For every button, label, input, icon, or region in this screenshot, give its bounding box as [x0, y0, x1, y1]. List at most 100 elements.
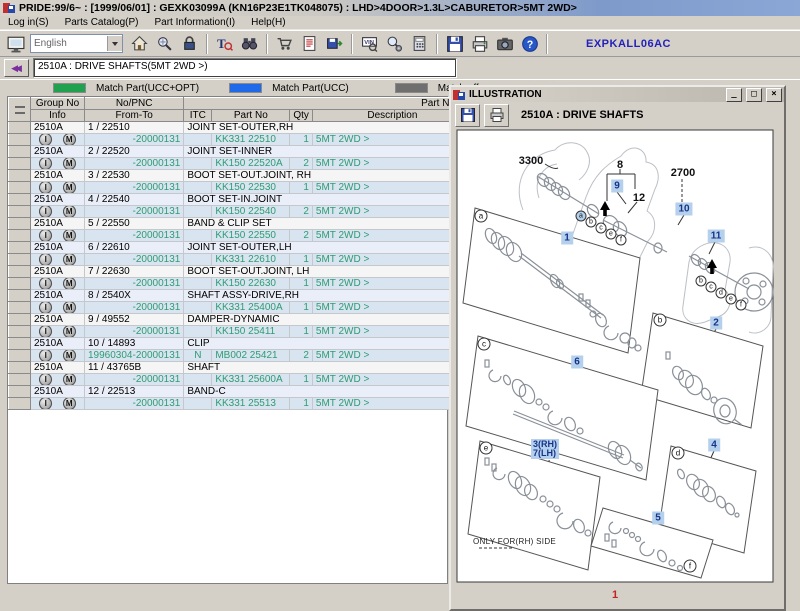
part-name-row[interactable]: 2510A7 / 22630BOOT SET-OUT.JOINT, LH: [9, 266, 473, 278]
from-to-cell[interactable]: -20000131: [85, 206, 184, 218]
part-detail-row[interactable]: IM-20000131KK150 22520A25MT 2WD >: [9, 158, 473, 170]
part-name-row[interactable]: 2510A4 / 22540BOOT SET-IN.JOINT: [9, 194, 473, 206]
col-header-group-no[interactable]: Group No: [31, 98, 85, 110]
part-detail-row[interactable]: IM-20000131KK150 2253015MT 2WD >: [9, 182, 473, 194]
part-name-cell[interactable]: BAND & CLIP SET: [184, 218, 473, 230]
group-no-cell[interactable]: 2510A: [31, 290, 85, 302]
row-selector-cell[interactable]: [9, 338, 31, 350]
row-selector-cell[interactable]: [9, 122, 31, 134]
part-no-cell[interactable]: KK150 22530: [212, 182, 290, 194]
part-no-cell[interactable]: KK331 25400A: [212, 302, 290, 314]
itc-cell[interactable]: [184, 398, 212, 410]
part-name-row[interactable]: 2510A1 / 22510JOINT SET-OUTER,RH: [9, 122, 473, 134]
part-name-row[interactable]: 2510A12 / 22513BAND-C: [9, 386, 473, 398]
part-no-cell[interactable]: KK150 22520A: [212, 158, 290, 170]
part-name-cell[interactable]: JOINT SET-OUTER,LH: [184, 242, 473, 254]
text-search-icon[interactable]: T: [212, 33, 237, 55]
part-no-cell[interactable]: KK331 22510: [212, 134, 290, 146]
part-name-cell[interactable]: BOOT SET-OUT.JOINT, LH: [184, 266, 473, 278]
info-button[interactable]: I: [39, 350, 52, 362]
part-name-cell[interactable]: SHAFT: [184, 362, 473, 374]
illustration-title-bar[interactable]: ILLUSTRATION _ □ ×: [451, 87, 784, 102]
row-selector-cell[interactable]: [9, 326, 31, 338]
maximize-button[interactable]: □: [746, 88, 762, 102]
part-name-cell[interactable]: BOOT SET-OUT.JOINT, RH: [184, 170, 473, 182]
part-detail-row[interactable]: IM-20000131KK331 2261015MT 2WD >: [9, 254, 473, 266]
menu-item[interactable]: Parts Catalog(P): [65, 17, 139, 28]
callout-hotspot-1[interactable]: 1: [561, 232, 573, 245]
part-name-row[interactable]: 2510A2 / 22520JOINT SET-INNER: [9, 146, 473, 158]
group-no-cell[interactable]: 2510A: [31, 194, 85, 206]
from-to-cell[interactable]: -20000131: [85, 158, 184, 170]
info-button[interactable]: I: [39, 230, 52, 242]
callout-hotspot-11[interactable]: 11: [708, 230, 725, 243]
no-pnc-cell[interactable]: 3 / 22530: [85, 170, 184, 182]
match-button[interactable]: M: [63, 374, 76, 386]
part-detail-row[interactable]: IM-20000131KK331 25400A15MT 2WD >: [9, 302, 473, 314]
illustration-save-button[interactable]: [455, 104, 480, 127]
qty-cell[interactable]: 1: [290, 374, 313, 386]
info-button[interactable]: I: [39, 326, 52, 338]
itc-cell[interactable]: N: [184, 350, 212, 362]
row-selector-cell[interactable]: [9, 230, 31, 242]
part-no-cell[interactable]: KK150 22540: [212, 206, 290, 218]
no-pnc-cell[interactable]: 4 / 22540: [85, 194, 184, 206]
group-no-cell[interactable]: 2510A: [31, 362, 85, 374]
info-button[interactable]: I: [39, 302, 52, 314]
part-no-cell[interactable]: KK150 22550: [212, 230, 290, 242]
preview-icon[interactable]: [152, 33, 177, 55]
match-button[interactable]: M: [63, 230, 76, 242]
part-no-cell[interactable]: KK331 25513: [212, 398, 290, 410]
col-header-info[interactable]: Info: [31, 110, 85, 122]
illustration-print-button[interactable]: [484, 104, 509, 127]
info-button[interactable]: I: [39, 374, 52, 386]
part-name-row[interactable]: 2510A10 / 14893CLIP: [9, 338, 473, 350]
col-header-from-to[interactable]: From-To: [85, 110, 184, 122]
part-name-row[interactable]: 2510A8 / 2540XSHAFT ASSY-DRIVE,RH: [9, 290, 473, 302]
info-button[interactable]: I: [39, 182, 52, 194]
print-icon[interactable]: [467, 33, 492, 55]
qty-cell[interactable]: 1: [290, 302, 313, 314]
part-name-cell[interactable]: DAMPER-DYNAMIC: [184, 314, 473, 326]
part-no-cell[interactable]: KK331 25600A: [212, 374, 290, 386]
qty-cell[interactable]: 2: [290, 158, 313, 170]
col-header-itc[interactable]: ITC: [184, 110, 212, 122]
close-button[interactable]: ×: [766, 88, 782, 102]
itc-cell[interactable]: [184, 278, 212, 290]
from-to-cell[interactable]: -20000131: [85, 374, 184, 386]
callout-hotspot-4[interactable]: 4: [708, 439, 720, 452]
cart-icon[interactable]: [272, 33, 297, 55]
from-to-cell[interactable]: -20000131: [85, 254, 184, 266]
part-detail-row[interactable]: IM-20000131KK150 2255025MT 2WD >: [9, 230, 473, 242]
qty-cell[interactable]: 1: [290, 278, 313, 290]
no-pnc-cell[interactable]: 8 / 2540X: [85, 290, 184, 302]
applicability-search-icon[interactable]: [382, 33, 407, 55]
part-name-cell[interactable]: CLIP: [184, 338, 473, 350]
col-header-part-no[interactable]: Part No: [212, 110, 290, 122]
itc-cell[interactable]: [184, 230, 212, 242]
itc-cell[interactable]: [184, 182, 212, 194]
from-to-cell[interactable]: -20000131: [85, 182, 184, 194]
info-button[interactable]: I: [39, 278, 52, 290]
itc-cell[interactable]: [184, 158, 212, 170]
no-pnc-cell[interactable]: 12 / 22513: [85, 386, 184, 398]
row-selector-cell[interactable]: [9, 386, 31, 398]
row-selector-cell[interactable]: [9, 290, 31, 302]
home-icon[interactable]: [127, 33, 152, 55]
group-no-cell[interactable]: 2510A: [31, 242, 85, 254]
vin-search-icon[interactable]: VIN: [357, 33, 382, 55]
col-header-qty[interactable]: Qty: [290, 110, 313, 122]
match-button[interactable]: M: [63, 254, 76, 266]
no-pnc-cell[interactable]: 6 / 22610: [85, 242, 184, 254]
no-pnc-cell[interactable]: 11 / 43765B: [85, 362, 184, 374]
save-icon[interactable]: [442, 33, 467, 55]
part-detail-row[interactable]: IM-20000131KK150 2254025MT 2WD >: [9, 206, 473, 218]
help-icon[interactable]: ?: [517, 33, 542, 55]
row-selector-cell[interactable]: [9, 194, 31, 206]
part-no-cell[interactable]: KK331 22610: [212, 254, 290, 266]
callout-hotspot-2[interactable]: 2: [710, 317, 722, 330]
from-to-cell[interactable]: -20000131: [85, 134, 184, 146]
part-name-cell[interactable]: SHAFT ASSY-DRIVE,RH: [184, 290, 473, 302]
group-no-cell[interactable]: 2510A: [31, 266, 85, 278]
export-disk-icon[interactable]: [322, 33, 347, 55]
